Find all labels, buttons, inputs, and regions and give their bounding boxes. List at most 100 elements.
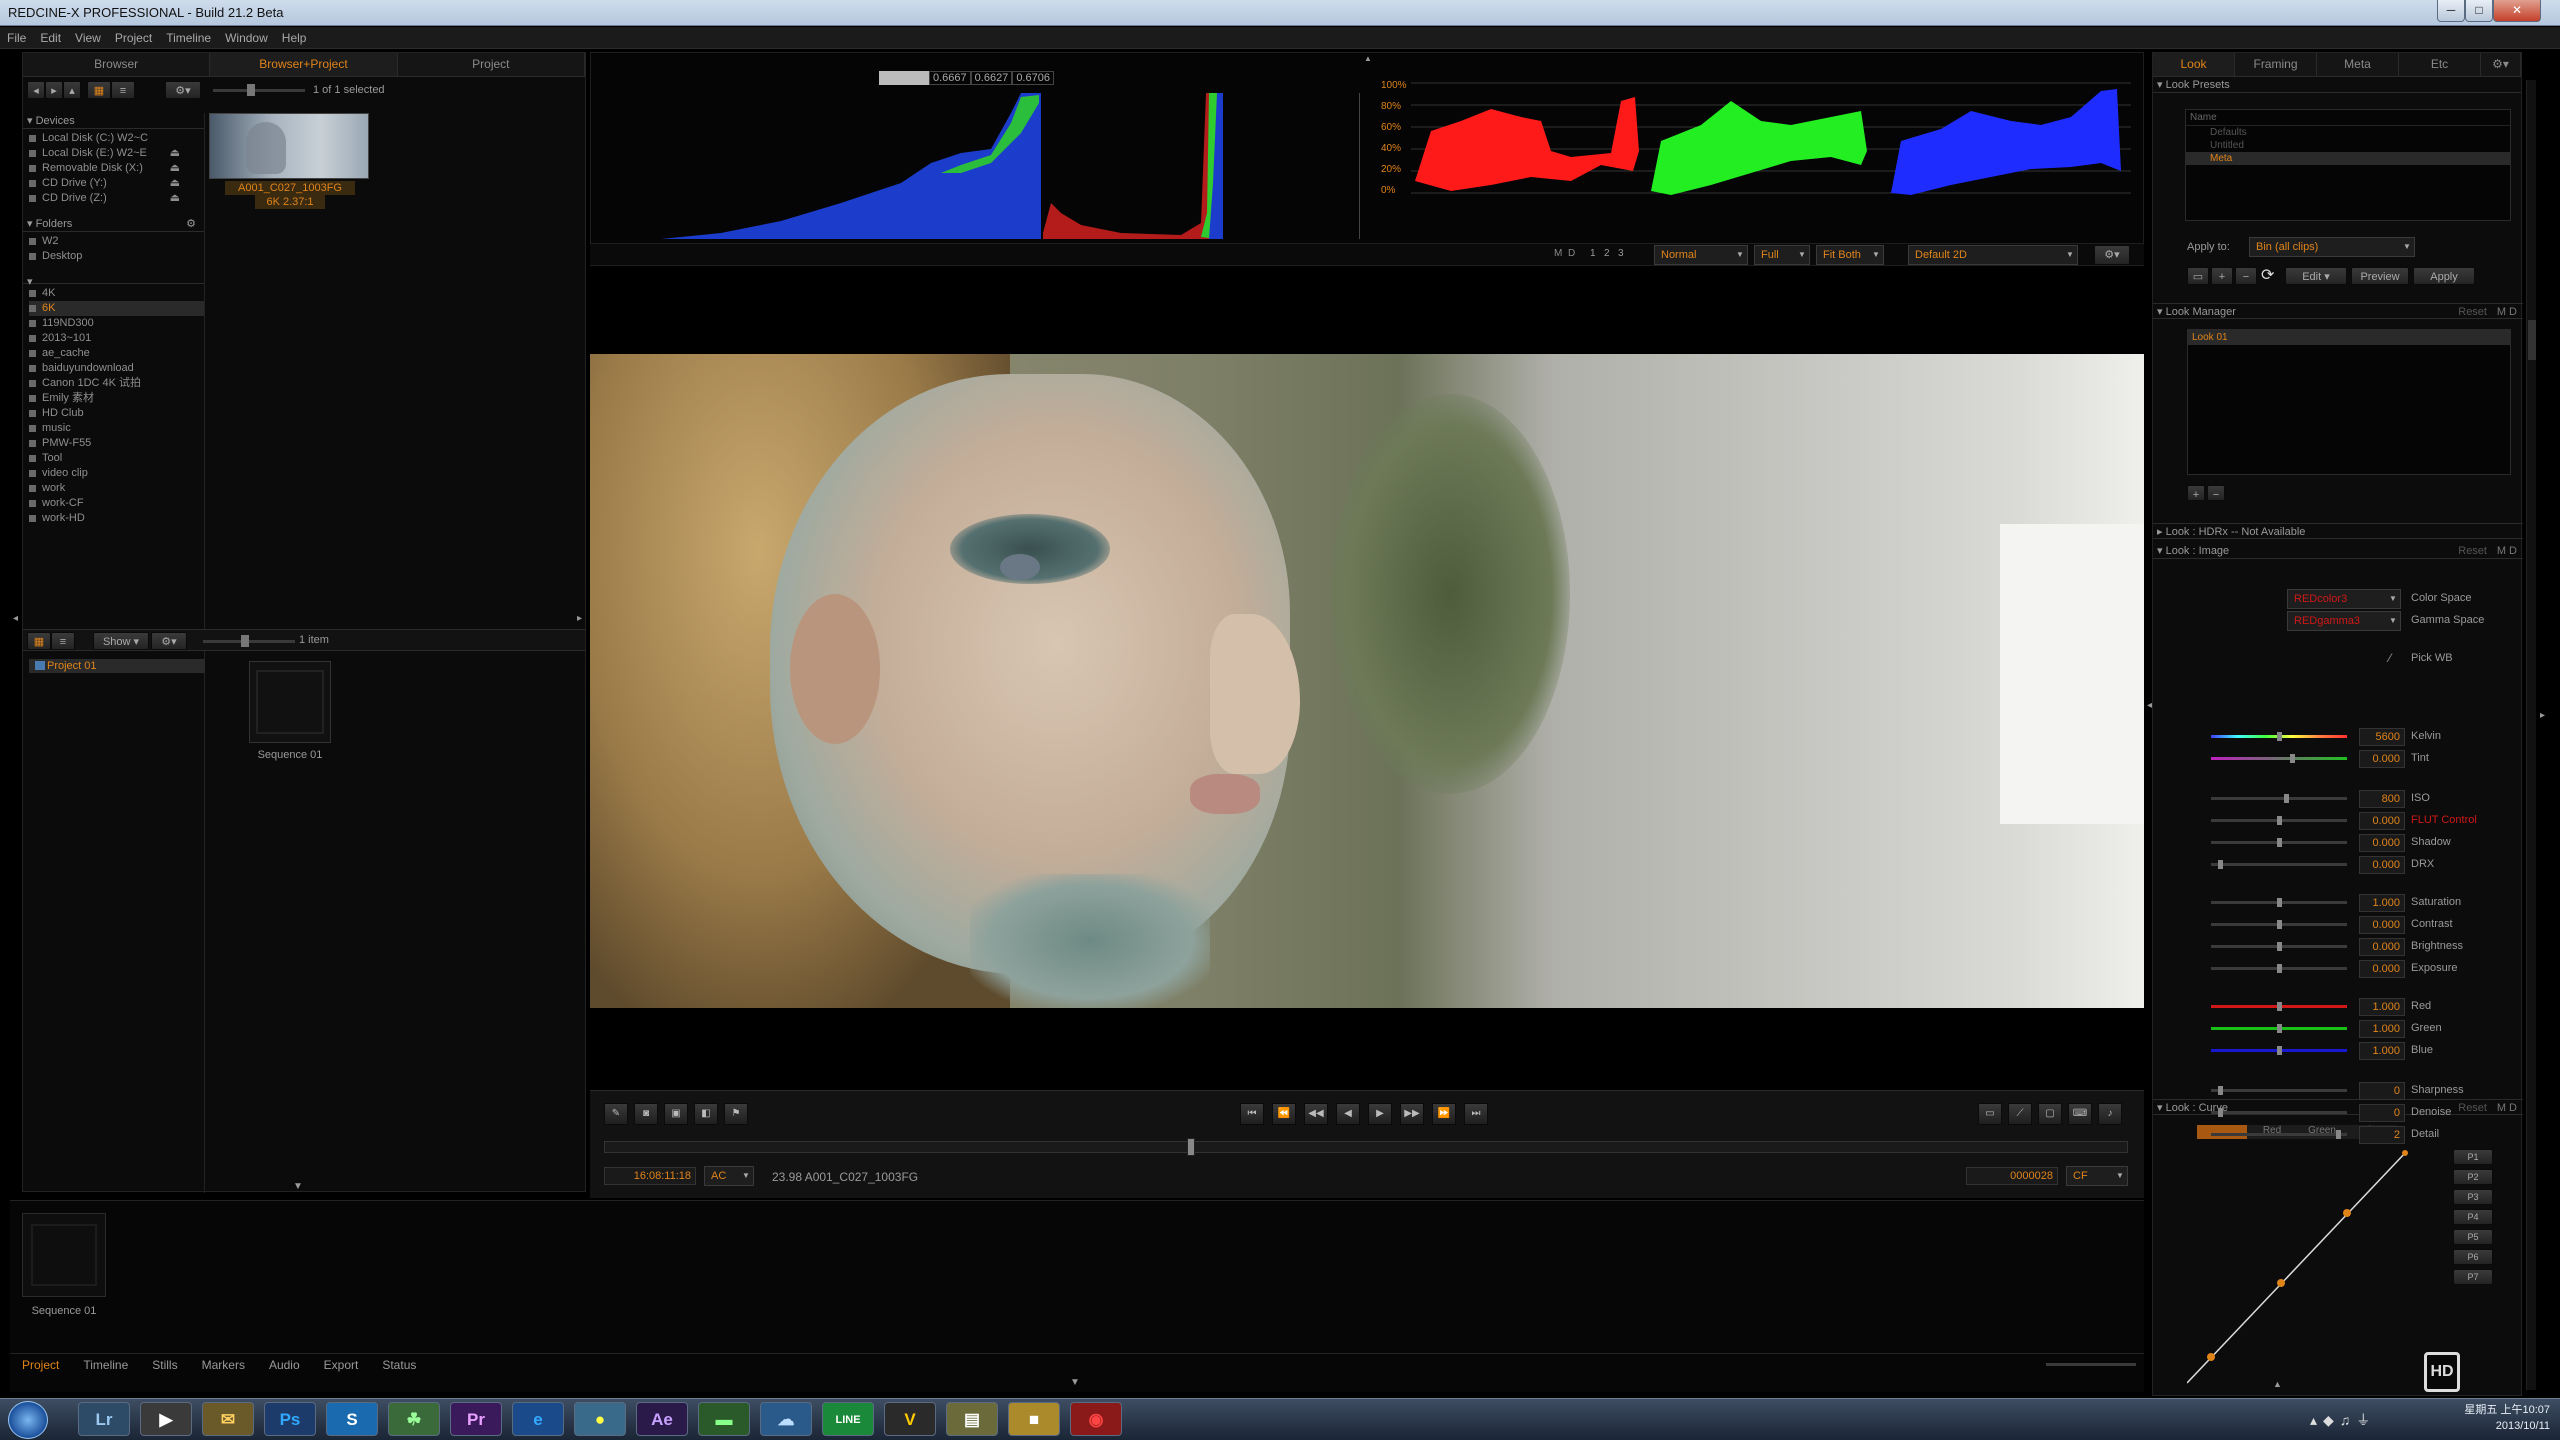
eject-icon[interactable]: ⏏	[170, 146, 180, 161]
gamma-dropdown[interactable]: REDgamma3 ▼	[2287, 611, 2401, 631]
device-item[interactable]: CD Drive (Z:) ⏏	[29, 191, 204, 206]
slider-handle[interactable]	[2277, 942, 2282, 951]
slider-handle[interactable]	[2218, 860, 2223, 869]
curve-point-button[interactable]: P3	[2453, 1189, 2493, 1205]
curve-point-button[interactable]: P5	[2453, 1229, 2493, 1245]
preset-item[interactable]: Defaults	[2186, 126, 2510, 139]
slider-handle[interactable]	[2284, 794, 2289, 803]
eject-icon[interactable]: ⏏	[170, 161, 180, 176]
display-mode-dropdown[interactable]: Normal ▼	[1654, 245, 1748, 265]
slider-handle[interactable]	[247, 84, 255, 96]
slider-handle[interactable]	[2218, 1108, 2223, 1117]
monitor-icon[interactable]: ▭	[1978, 1103, 2002, 1125]
param-slider-contrast[interactable]	[2211, 920, 2347, 929]
panel-collapse-left-icon[interactable]: ◂	[2147, 700, 2152, 711]
project-gear-icon[interactable]: ⚙▾	[151, 632, 187, 650]
resolution-dropdown[interactable]: Full ▼	[1754, 245, 1810, 265]
sequence-thumbnail[interactable]	[22, 1213, 106, 1297]
param-value[interactable]: 0.000	[2359, 834, 2405, 852]
param-value[interactable]: 1.000	[2359, 998, 2405, 1016]
tab-timeline[interactable]: Timeline	[71, 1354, 140, 1375]
tree-item[interactable]: 119ND300	[29, 316, 204, 331]
marker-tool-icon[interactable]: ✎	[604, 1103, 628, 1125]
camera-icon[interactable]: ◙	[634, 1103, 658, 1125]
fit-dropdown[interactable]: Fit Both ▼	[1816, 245, 1884, 265]
slider-handle[interactable]	[2277, 1002, 2282, 1011]
eject-icon[interactable]: ⏏	[170, 176, 180, 191]
go-to-start-icon[interactable]: ⏮	[1240, 1103, 1264, 1125]
taskbar-app-icon[interactable]: Lr	[78, 1402, 130, 1436]
curve-tab-luma[interactable]	[2197, 1125, 2247, 1139]
up-icon[interactable]: ▴	[63, 81, 81, 99]
viewer-gear-icon[interactable]: ⚙▾	[2094, 245, 2130, 265]
taskbar-app-icon[interactable]: ▤	[946, 1402, 998, 1436]
tree-item[interactable]: 2013~101	[29, 331, 204, 346]
tree-item[interactable]: work	[29, 481, 204, 496]
folder-item[interactable]: Desktop	[29, 249, 204, 264]
taskbar-app-icon[interactable]: ■	[1008, 1402, 1060, 1436]
param-slider-exposure[interactable]	[2211, 964, 2347, 973]
apply-to-dropdown[interactable]: Bin (all clips) ▼	[2249, 237, 2415, 257]
curve-point-button[interactable]: P6	[2453, 1249, 2493, 1265]
add-look-icon[interactable]: +	[2187, 485, 2205, 501]
param-slider-detail[interactable]	[2211, 1130, 2347, 1139]
taskbar-app-icon[interactable]: Ps	[264, 1402, 316, 1436]
step-back-icon[interactable]: ◀	[1336, 1103, 1360, 1125]
timecode-display[interactable]: 16:08:11:18	[604, 1167, 696, 1185]
settings-gear-icon[interactable]: ⚙▾	[165, 81, 201, 99]
collapse-up-icon[interactable]: ▲	[1364, 54, 1372, 63]
param-value[interactable]: 0.000	[2359, 856, 2405, 874]
param-value[interactable]: 0	[2359, 1082, 2405, 1100]
tree-item[interactable]: music	[29, 421, 204, 436]
thumb-size-slider[interactable]	[213, 89, 305, 92]
tab-project[interactable]: Project	[10, 1354, 71, 1375]
device-item[interactable]: Local Disk (E:) W2~E ⏏	[29, 146, 204, 161]
brush-icon[interactable]: ⟋	[2008, 1103, 2032, 1125]
slider-handle[interactable]	[2277, 816, 2282, 825]
slider-handle[interactable]	[2218, 1086, 2223, 1095]
refresh-icon[interactable]: ⟳	[2261, 265, 2274, 285]
tree-header[interactable]: ▾	[23, 274, 204, 288]
curve-reset[interactable]: Reset	[2458, 1100, 2487, 1116]
image-reset[interactable]: Reset	[2458, 543, 2487, 559]
tree-item[interactable]: work-CF	[29, 496, 204, 511]
audio-icon[interactable]: ♪	[2098, 1103, 2122, 1125]
tree-item[interactable]: PMW-F55	[29, 436, 204, 451]
param-value[interactable]: 0.000	[2359, 750, 2405, 768]
folders-header[interactable]: ▾ Folders ⚙	[23, 216, 204, 232]
tab-export[interactable]: Export	[312, 1354, 371, 1375]
clock[interactable]: 星期五 上午10:07 2013/10/11	[2450, 1402, 2550, 1434]
add-icon[interactable]: +	[2211, 267, 2233, 285]
param-value[interactable]: 0.000	[2359, 812, 2405, 830]
timeline-scrubber[interactable]	[604, 1138, 2128, 1156]
down-arrow-icon[interactable]: ▼	[293, 1181, 303, 1192]
menu-file[interactable]: File	[0, 27, 33, 45]
preview-button[interactable]: Preview	[2351, 267, 2409, 285]
grid-view-icon[interactable]: ▦	[27, 632, 51, 650]
save-icon[interactable]: ▭	[2187, 267, 2209, 285]
view-1-button[interactable]: 1	[1590, 248, 1596, 259]
flag-icon[interactable]: ⚑	[724, 1103, 748, 1125]
param-value[interactable]: 1.000	[2359, 1020, 2405, 1038]
menu-timeline[interactable]: Timeline	[159, 27, 218, 45]
remove-icon[interactable]: −	[2235, 267, 2257, 285]
param-slider-flut-control[interactable]	[2211, 816, 2347, 825]
compare-icon[interactable]: ◧	[694, 1103, 718, 1125]
tree-item[interactable]: 6K	[29, 301, 204, 316]
color-space-dropdown[interactable]: REDcolor3 ▼	[2287, 589, 2401, 609]
view-2-button[interactable]: 2	[1604, 248, 1610, 259]
param-slider-green[interactable]	[2211, 1024, 2347, 1033]
look-manager-header[interactable]: ▾ Look Manager Reset M D	[2153, 303, 2523, 319]
snapshot-icon[interactable]: ▣	[664, 1103, 688, 1125]
apply-button[interactable]: Apply	[2413, 267, 2475, 285]
slider-handle[interactable]	[2277, 898, 2282, 907]
menu-edit[interactable]: Edit	[33, 27, 68, 45]
param-value[interactable]: 0.000	[2359, 960, 2405, 978]
curve-tab-red[interactable]: Red	[2247, 1125, 2297, 1139]
taskbar-app-icon[interactable]: ☁	[760, 1402, 812, 1436]
tree-item[interactable]: video clip	[29, 466, 204, 481]
tab-markers[interactable]: Markers	[190, 1354, 257, 1375]
tree-item[interactable]: ae_cache	[29, 346, 204, 361]
taskbar-app-icon[interactable]: Ae	[636, 1402, 688, 1436]
tree-item[interactable]: Emily 素材	[29, 391, 204, 406]
